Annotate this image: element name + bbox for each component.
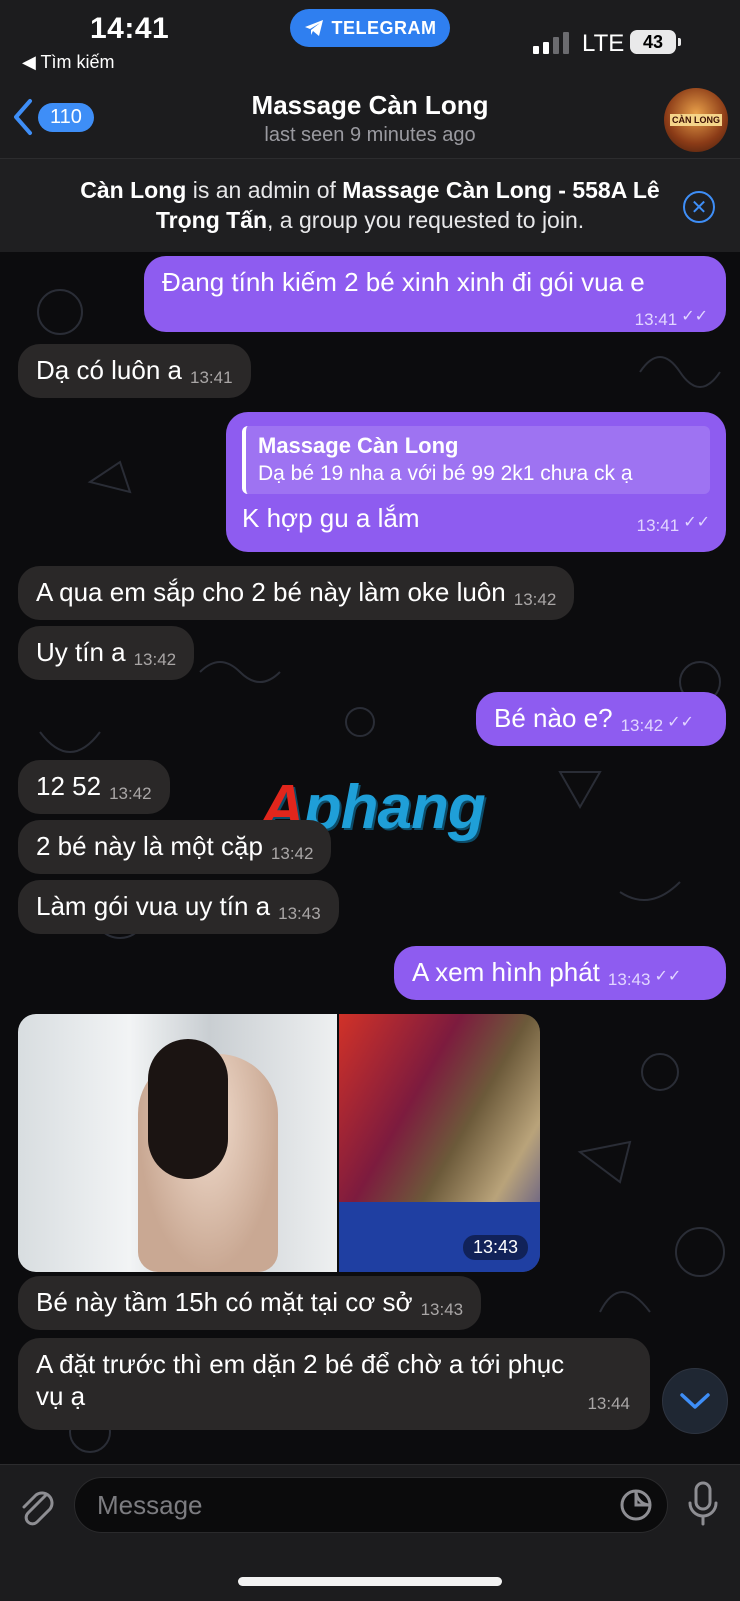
unread-count-badge: 110 [38,102,94,132]
status-bar: 14:41 ◀ Tìm kiếm TELEGRAM LTE 43 [0,0,740,84]
message-text: Làm gói vua uy tín a [36,891,271,921]
signal-icon [533,32,569,54]
battery-icon: 43 [630,30,681,54]
close-icon[interactable]: ✕ [683,191,715,223]
chevron-left-icon [14,99,32,135]
message-input[interactable]: Message [74,1477,668,1533]
avatar-label: CÀN LONG [670,114,722,126]
banner-admin-name: Càn Long [80,177,187,203]
message-text: K hợp gu a lắm [242,503,420,533]
read-check-icon: ✓✓ [654,968,682,985]
mic-icon[interactable] [686,1481,720,1527]
message-time: 13:41 [189,368,233,387]
banner-text-mid: is an admin of [186,177,343,203]
chat-title[interactable]: Massage Càn Long [0,90,740,121]
message-time: 13:41 [634,310,678,329]
message-incoming[interactable]: Dạ có luôn a 13:41 [18,344,251,398]
telegram-pill-label: TELEGRAM [331,17,437,38]
photo-hair [148,1039,228,1179]
message-outgoing[interactable]: Bé nào e? 13:42 ✓✓ [476,692,726,746]
reply-author: Massage Càn Long [258,433,459,458]
message-incoming[interactable]: Làm gói vua uy tín a 13:43 [18,880,339,934]
message-outgoing-reply[interactable]: Massage Càn Long Dạ bé 19 nha a với bé 9… [226,412,726,552]
message-time: 13:42 [133,650,177,669]
watermark-rest: phang [303,773,486,842]
message-incoming[interactable]: 2 bé này là một cặp 13:42 [18,820,332,874]
attach-icon[interactable] [16,1485,58,1529]
chat-area[interactable]: Đang tính kiếm 2 bé xinh xinh đi gói vua… [0,252,740,1464]
clock: 14:41 [90,12,170,45]
input-bar: Message [0,1464,740,1601]
album-time: 13:43 [462,1235,528,1260]
message-text: Bé nào e? [494,703,613,733]
chat-header: Massage Càn Long last seen 9 minutes ago… [0,84,740,158]
message-text: Uy tín a [36,637,126,667]
banner-text-end: , a group you requested to join. [267,207,585,233]
message-incoming[interactable]: Bé này tầm 15h có mặt tại cơ sở 13:43 [18,1276,482,1330]
telegram-pill[interactable]: TELEGRAM [290,9,450,47]
message-incoming[interactable]: Uy tín a 13:42 [18,626,195,680]
message-incoming[interactable]: A đặt trước thì em dặn 2 bé để chờ a tới… [18,1338,650,1430]
read-check-icon: ✓✓ [683,514,710,531]
message-time: 13:42 [109,784,152,803]
message-time: 13:44 [587,1394,630,1413]
message-text: A qua em sắp cho 2 bé này làm oke luôn [36,577,506,607]
scroll-down-button[interactable] [662,1368,728,1434]
avatar[interactable]: CÀN LONG [664,88,728,152]
message-text-line-2: vụ ạ [36,1381,86,1411]
back-to-search[interactable]: ◀ Tìm kiếm [22,52,115,73]
photo-1[interactable] [18,1014,337,1272]
message-time: 13:42 [620,716,664,735]
message-text: Đang tính kiếm 2 bé xinh xinh đi gói vua… [162,267,645,297]
chevron-down-icon [680,1393,710,1409]
message-time: 13:42 [270,844,314,863]
message-text-line-1: A đặt trước thì em dặn 2 bé để chờ a tới… [36,1349,565,1379]
message-text: A xem hình phát [412,957,600,987]
message-text: Dạ có luôn a [36,355,182,385]
message-outgoing[interactable]: Đang tính kiếm 2 bé xinh xinh đi gói vua… [144,256,726,332]
message-text: Bé này tầm 15h có mặt tại cơ sở [36,1287,413,1317]
message-text: 12 52 [36,771,102,801]
chat-last-seen: last seen 9 minutes ago [264,124,476,146]
read-check-icon: ✓✓ [667,714,694,731]
message-time: 13:43 [278,904,321,923]
photo-2[interactable]: 13:43 [338,1014,540,1272]
home-indicator [238,1577,502,1586]
message-time: 13:41 [636,516,680,535]
photo-album[interactable]: 13:43 [18,1014,540,1272]
network-type: LTE [582,30,625,57]
join-request-banner: Càn Long is an admin of Massage Càn Long… [0,158,740,253]
message-incoming[interactable]: A qua em sắp cho 2 bé này làm oke luôn 13… [18,566,575,620]
message-text: 2 bé này là một cặp [36,831,263,861]
message-time: 13:43 [607,970,651,989]
message-incoming[interactable]: 12 52 13:42 [18,760,170,814]
back-button[interactable]: 110 [12,98,94,136]
reply-quote[interactable]: Massage Càn Long Dạ bé 19 nha a với bé 9… [242,426,710,494]
message-outgoing[interactable]: A xem hình phát 13:43 ✓✓ [394,946,726,1000]
message-time: 13:43 [420,1300,464,1319]
battery-level: 43 [642,31,664,52]
banner-text: Càn Long is an admin of Massage Càn Long… [60,175,680,235]
message-placeholder: Message [97,1490,203,1520]
sticker-icon[interactable] [619,1488,653,1522]
telegram-icon [304,20,323,36]
message-time: 13:42 [513,590,557,609]
read-check-icon: ✓✓ [681,308,708,325]
reply-text: Dạ bé 19 nha a với bé 99 2k1 chưa ck ạ [258,462,633,485]
